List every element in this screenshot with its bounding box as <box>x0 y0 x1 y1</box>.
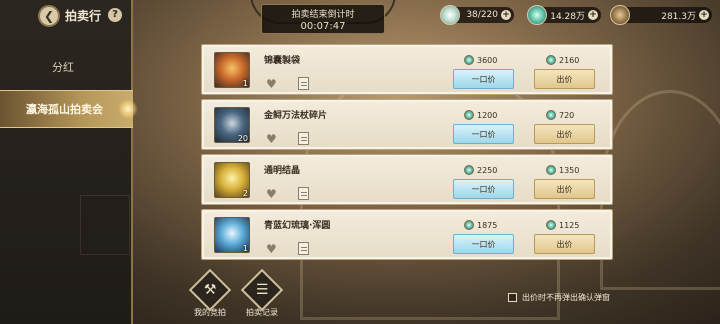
sidebar-decoration <box>80 195 130 255</box>
bid-button[interactable]: 出价 <box>534 69 595 89</box>
buyout-price: 1200 <box>464 110 497 120</box>
skip-confirm-option[interactable]: 出价时不再弹出确认弹窗 <box>508 292 610 303</box>
sidebar-item-auction[interactable]: 瀛海孤山拍卖会 <box>0 90 133 128</box>
listing-row: 2 通明结晶 ♥ 2250 1350 一口价 出价 <box>201 154 613 205</box>
bid-price: 2160 <box>546 55 579 65</box>
buyout-price: 2250 <box>464 165 497 175</box>
timer-label: 拍卖结束倒计时 <box>291 10 355 20</box>
bid-price: 1350 <box>546 165 579 175</box>
my-bids-button[interactable]: ⚒ 我的竞拍 <box>188 268 232 318</box>
countdown-timer: 拍卖结束倒计时 00:07:47 <box>261 4 385 34</box>
question-icon: ? <box>112 9 118 20</box>
currency-value: 38/220 <box>466 10 498 20</box>
gem-icon <box>546 110 556 120</box>
heart-icon[interactable]: ♥ <box>266 188 277 200</box>
item-quantity: 20 <box>237 134 248 143</box>
currency-stamina: 38/220 + <box>440 5 514 25</box>
gem-icon <box>464 220 474 230</box>
sidebar-item-dividend[interactable]: 分红 <box>0 48 133 86</box>
note-icon[interactable] <box>298 77 309 90</box>
skip-confirm-checkbox[interactable] <box>508 293 517 302</box>
add-tokens-button[interactable]: + <box>699 10 709 20</box>
heart-icon[interactable]: ♥ <box>266 243 277 255</box>
gem-icon <box>464 165 474 175</box>
item-name: 通明结晶 <box>264 166 301 176</box>
gem-icon <box>546 55 556 65</box>
buyout-price: 3600 <box>464 55 497 65</box>
heart-icon[interactable]: ♥ <box>266 78 277 90</box>
auction-listing-panel: 1 锦囊製袋 ♥ 3600 2160 一口价 出价 20 金鲟万法杖碎片 ♥ 1… <box>201 41 613 265</box>
timer-value: 00:07:47 <box>300 21 346 32</box>
item-quantity: 1 <box>242 244 248 253</box>
item-thumbnail[interactable]: 1 <box>214 217 250 253</box>
listing-row: 1 青蓝幻琉璃·浑圆 ♥ 1875 1125 一口价 出价 <box>201 209 613 260</box>
currency-value: 14.28万 <box>550 11 585 22</box>
gem-icon <box>464 110 474 120</box>
bid-price: 1125 <box>546 220 579 230</box>
auction-records-button[interactable]: ☰ 拍卖记录 <box>240 268 284 318</box>
flower-icon <box>440 5 460 25</box>
note-icon[interactable] <box>298 187 309 200</box>
sidebar-item-label: 分红 <box>52 61 74 74</box>
buyout-price: 1875 <box>464 220 497 230</box>
buyout-button[interactable]: 一口价 <box>453 124 514 144</box>
gavel-icon: ⚒ <box>188 268 232 312</box>
gem-icon <box>527 5 547 25</box>
back-button[interactable]: ❮ <box>38 5 60 27</box>
active-indicator-glow <box>118 99 138 119</box>
item-thumbnail[interactable]: 20 <box>214 107 250 143</box>
bid-button[interactable]: 出价 <box>534 179 595 199</box>
bid-price: 720 <box>546 110 574 120</box>
chevron-left-icon: ❮ <box>43 9 55 23</box>
bid-button[interactable]: 出价 <box>534 124 595 144</box>
item-name: 金鲟万法杖碎片 <box>264 111 328 121</box>
item-quantity: 1 <box>242 79 248 88</box>
sidebar-item-label: 瀛海孤山拍卖会 <box>26 103 103 116</box>
skip-confirm-label: 出价时不再弹出确认弹窗 <box>522 293 610 302</box>
buyout-button[interactable]: 一口价 <box>453 69 514 89</box>
gem-icon <box>464 55 474 65</box>
item-thumbnail[interactable]: 2 <box>214 162 250 198</box>
scroll-icon: ☰ <box>240 268 284 312</box>
bid-button[interactable]: 出价 <box>534 234 595 254</box>
token-icon <box>610 5 630 25</box>
item-quantity: 2 <box>242 189 248 198</box>
item-name: 锦囊製袋 <box>264 56 301 66</box>
buyout-button[interactable]: 一口价 <box>453 179 514 199</box>
gem-icon <box>546 165 556 175</box>
currency-gems: 14.28万 + <box>527 5 601 25</box>
gem-icon <box>546 220 556 230</box>
note-icon[interactable] <box>298 132 309 145</box>
add-stamina-button[interactable]: + <box>501 10 511 20</box>
item-thumbnail[interactable]: 1 <box>214 52 250 88</box>
add-gems-button[interactable]: + <box>588 10 598 20</box>
heart-icon[interactable]: ♥ <box>266 133 277 145</box>
help-button[interactable]: ? <box>108 8 122 22</box>
sidebar: 分红 瀛海孤山拍卖会 <box>0 0 138 324</box>
listing-row: 1 锦囊製袋 ♥ 3600 2160 一口价 出价 <box>201 44 613 95</box>
buyout-button[interactable]: 一口价 <box>453 234 514 254</box>
currency-value: 281.3万 <box>661 11 696 22</box>
note-icon[interactable] <box>298 242 309 255</box>
item-name: 青蓝幻琉璃·浑圆 <box>264 221 331 231</box>
background-arch <box>600 90 720 290</box>
currency-tokens: 281.3万 + <box>610 5 712 25</box>
listing-row: 20 金鲟万法杖碎片 ♥ 1200 720 一口价 出价 <box>201 99 613 150</box>
page-title: 拍卖行 <box>65 9 102 23</box>
